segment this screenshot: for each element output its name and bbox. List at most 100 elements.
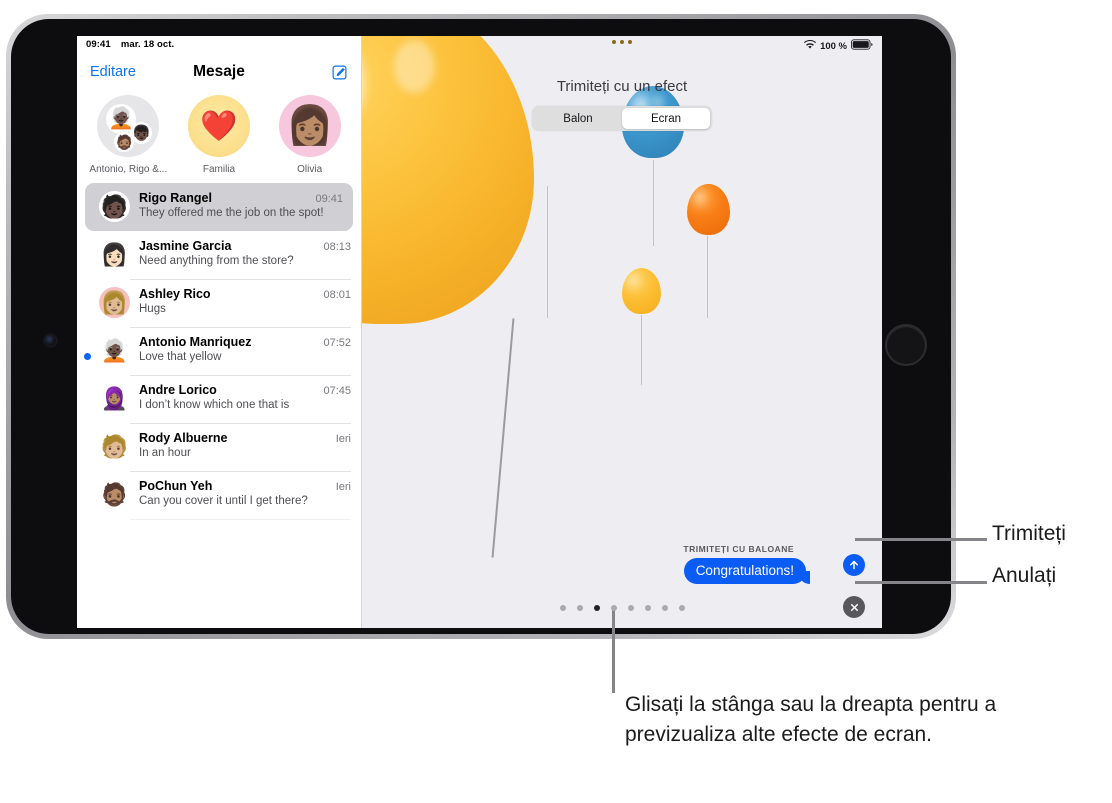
row-divider <box>130 279 351 280</box>
conversation-preview: Can you cover it until I get there? <box>139 495 308 507</box>
effect-type-segmented-control[interactable]: Balon Ecran <box>532 106 712 131</box>
callout-line-send <box>855 538 987 541</box>
page-dot[interactable] <box>559 605 566 611</box>
heart-glyph: ❤️ <box>200 109 238 143</box>
page-dot[interactable] <box>576 605 583 611</box>
effect-title: Trimiteți cu un efect <box>556 78 688 95</box>
balloon-string <box>641 315 642 385</box>
callout-label-send: Trimiteți <box>992 522 1066 545</box>
table-row[interactable]: 🧑🏼 Rody Albuerne Ieri In an hour <box>77 423 361 471</box>
navigation-bar: Editare Mesaje <box>77 53 361 91</box>
row-divider <box>130 327 351 328</box>
pinned-item-label: Antonio, Rigo &... <box>89 164 168 175</box>
conversation-preview: Hugs <box>139 303 166 315</box>
home-button[interactable] <box>885 324 927 366</box>
edit-button[interactable]: Editare <box>90 64 136 80</box>
avatar: 🧑🏿‍🦳 <box>99 335 130 366</box>
conversation-name: Jasmine Garcia <box>139 239 232 253</box>
avatar: 🧔🏽 <box>99 479 130 510</box>
memoji-avatar: 👩🏽 <box>278 95 341 157</box>
unread-badge <box>84 353 91 360</box>
conversation-time: 07:52 <box>323 337 351 349</box>
conversation-time: 08:13 <box>323 241 351 253</box>
conversation-time: Ieri <box>335 433 351 445</box>
avatar: 🧑🏼 <box>99 431 130 462</box>
balloon-string <box>491 318 515 558</box>
table-row[interactable]: 🧔🏽 PoChun Yeh Ieri Can you cover it unti… <box>77 471 361 519</box>
row-divider <box>130 375 351 376</box>
balloon-yellow-small <box>622 268 661 314</box>
page-dot[interactable] <box>627 605 634 611</box>
front-camera-icon <box>45 335 56 346</box>
ipad-device: 09:41 mar. 18 oct. Editare Mesaje <box>6 14 956 639</box>
balloon-string <box>707 236 708 318</box>
balloon-string <box>653 160 654 246</box>
send-button[interactable] <box>843 554 865 576</box>
pinned-item-olivia[interactable]: 👩🏽 Olivia <box>269 95 351 175</box>
messages-list-pane: 09:41 mar. 18 oct. Editare Mesaje <box>77 36 362 628</box>
row-divider <box>130 471 351 472</box>
row-divider <box>130 519 351 520</box>
status-bar-left: 09:41 mar. 18 oct. <box>77 36 361 53</box>
tab-balon[interactable]: Balon <box>534 108 622 129</box>
page-dot-active[interactable] <box>593 605 600 611</box>
ipad-screen: 09:41 mar. 18 oct. Editare Mesaje <box>77 36 882 628</box>
table-row[interactable]: 🧕🏽 Andre Lorico 07:45 I don’t know which… <box>77 375 361 423</box>
conversation-time: 07:45 <box>323 385 351 397</box>
conversation-preview: They offered me the job on the spot! <box>139 207 324 219</box>
table-row[interactable] <box>77 519 361 536</box>
pinned-conversations: 🧑🏿‍🦳 👦🏿 🧔🏽 Antonio, Rigo &... ❤️ Familia <box>77 91 361 183</box>
heart-icon: ❤️ <box>187 95 250 157</box>
balloon-orange <box>687 184 730 235</box>
page-dot[interactable] <box>661 605 668 611</box>
row-divider <box>130 423 351 424</box>
ipad-bezel: 09:41 mar. 18 oct. Editare Mesaje <box>11 19 951 634</box>
conversation-preview: In an hour <box>139 447 191 459</box>
effect-preview-pane[interactable]: 100 % Trimiteți cu un efect Balon Ecran … <box>362 36 882 628</box>
conversation-name: Rody Albuerne <box>139 431 228 445</box>
conversation-name: Rigo Rangel <box>139 191 212 205</box>
compose-icon[interactable] <box>331 64 348 81</box>
callout-line-cancel <box>855 581 987 584</box>
conversation-list[interactable]: 🧑🏿 Rigo Rangel 09:41 They offered me the… <box>77 183 361 628</box>
battery-icon <box>851 39 873 53</box>
conversation-preview: I don’t know which one that is <box>139 399 290 411</box>
status-date: mar. 18 oct. <box>120 39 175 50</box>
table-row[interactable]: 🧑🏿‍🦳 Antonio Manriquez 07:52 Love that y… <box>77 327 361 375</box>
avatar: 👩🏼 <box>99 287 130 318</box>
group-avatar: 🧑🏿‍🦳 👦🏿 🧔🏽 <box>97 95 160 157</box>
balloon-string <box>547 186 548 318</box>
page-dot[interactable] <box>678 605 685 611</box>
battery-percent: 100 % <box>820 40 847 52</box>
pinned-item-label: Familia <box>202 164 236 175</box>
page-indicator[interactable] <box>362 605 882 611</box>
page-dot[interactable] <box>644 605 651 611</box>
conversation-time: 08:01 <box>323 289 351 301</box>
tab-ecran[interactable]: Ecran <box>622 108 710 129</box>
grabber-dots-icon[interactable] <box>612 40 632 44</box>
conversation-name: PoChun Yeh <box>139 479 213 493</box>
send-with-effect-label: TRIMITEȚI CU BALOANE <box>683 544 794 554</box>
message-bubble: Congratulations! <box>683 558 811 584</box>
avatar: 🧕🏽 <box>99 383 130 414</box>
avatar: 👩🏻 <box>99 239 130 270</box>
screenshot-root: 09:41 mar. 18 oct. Editare Mesaje <box>0 0 1112 803</box>
callout-line-swipe <box>612 610 615 693</box>
callout-label-swipe: Glisați la stânga sau la dreapta pentru … <box>625 693 997 746</box>
pinned-item-familia[interactable]: ❤️ Familia <box>178 95 260 175</box>
avatar: 🧑🏿 <box>99 191 130 222</box>
callout-label-cancel: Anulați <box>992 564 1057 587</box>
pinned-item-group[interactable]: 🧑🏿‍🦳 👦🏿 🧔🏽 Antonio, Rigo &... <box>87 95 169 175</box>
table-row[interactable]: 👩🏼 Ashley Rico 08:01 Hugs <box>77 279 361 327</box>
page-dot[interactable] <box>610 605 617 611</box>
pinned-item-label: Olivia <box>297 164 323 175</box>
conversation-name: Andre Lorico <box>139 383 217 397</box>
avatar-face: 🧔🏽 <box>114 132 135 152</box>
conversation-time: 09:41 <box>315 193 343 205</box>
conversation-name: Ashley Rico <box>139 287 211 301</box>
table-row[interactable]: 👩🏻 Jasmine Garcia 08:13 Need anything fr… <box>77 231 361 279</box>
conversation-preview: Love that yellow <box>139 351 222 363</box>
table-row[interactable]: 🧑🏿 Rigo Rangel 09:41 They offered me the… <box>85 183 353 231</box>
status-bar-right: 100 % <box>804 39 873 53</box>
status-time: 09:41 <box>86 39 111 50</box>
